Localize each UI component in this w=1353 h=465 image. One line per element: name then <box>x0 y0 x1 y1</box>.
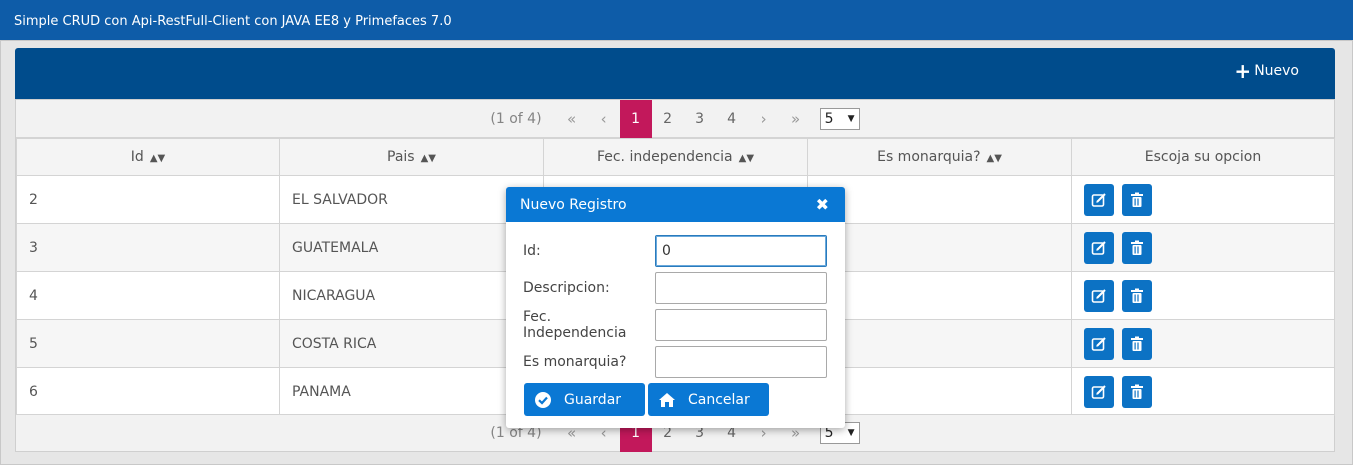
form-row-descripcion: Descripcion: <box>523 272 827 304</box>
cell-actions <box>1071 319 1335 368</box>
edit-button[interactable] <box>1084 231 1114 264</box>
edit-icon <box>1091 288 1106 303</box>
delete-button[interactable] <box>1122 279 1153 312</box>
sort-icon: ▲▼ <box>738 153 755 164</box>
column-header-opciones: Escoja su opcion <box>1071 138 1335 176</box>
cell-pais: COSTA RICA <box>279 319 544 368</box>
paginator-current-report: (1 of 4) <box>490 110 542 127</box>
prev-page-icon[interactable]: ‹ <box>588 110 620 128</box>
edit-icon <box>1091 240 1106 255</box>
trash-icon <box>1131 384 1144 399</box>
cell-monarquia <box>807 319 1072 368</box>
cell-id: 5 <box>16 319 280 368</box>
column-header-id[interactable]: Id ▲▼ <box>16 138 280 176</box>
edit-button[interactable] <box>1084 327 1114 360</box>
cell-monarquia <box>807 175 1072 224</box>
cell-pais: EL SALVADOR <box>279 175 544 224</box>
table-header-row: Id ▲▼ Pais ▲▼ Fec. independencia ▲▼ Es mona… <box>16 138 1335 176</box>
page-3[interactable]: 3 <box>684 100 716 138</box>
cell-monarquia <box>807 367 1072 416</box>
trash-icon <box>1131 192 1144 207</box>
sort-icon: ▲▼ <box>420 153 436 164</box>
descripcion-field[interactable] <box>655 272 827 304</box>
sort-icon: ▲▼ <box>149 153 166 164</box>
first-page-icon[interactable]: « <box>556 110 588 128</box>
cell-pais: NICARAGUA <box>279 271 544 320</box>
new-record-dialog: Nuevo Registro ✖ Id: Descripcion: Fec. I… <box>506 187 845 428</box>
page-4[interactable]: 4 <box>716 100 748 138</box>
cell-pais: PANAMA <box>279 367 544 416</box>
column-header-pais[interactable]: Pais ▲▼ <box>279 138 544 176</box>
edit-icon <box>1091 336 1106 351</box>
app-title: Simple CRUD con Api-RestFull-Client con … <box>14 14 452 29</box>
new-button-label: Nuevo <box>1254 63 1299 79</box>
delete-button[interactable] <box>1122 375 1153 408</box>
cell-monarquia <box>807 271 1072 320</box>
column-header-fecha[interactable]: Fec. independencia ▲▼ <box>543 138 808 176</box>
delete-button[interactable] <box>1122 327 1153 360</box>
cancel-label: Cancelar <box>688 391 750 408</box>
close-icon[interactable]: ✖ <box>816 195 829 214</box>
page-1[interactable]: 1 <box>619 99 652 138</box>
cell-monarquia <box>807 223 1072 272</box>
delete-button[interactable] <box>1122 183 1153 216</box>
edit-icon <box>1091 384 1106 399</box>
cell-actions <box>1071 367 1335 416</box>
sort-icon: ▲▼ <box>986 153 1002 164</box>
check-circle-icon <box>534 391 552 409</box>
id-field[interactable] <box>655 235 827 267</box>
delete-button[interactable] <box>1122 231 1153 264</box>
cell-actions <box>1071 271 1335 320</box>
dialog-header: Nuevo Registro ✖ <box>506 187 845 222</box>
id-label: Id: <box>523 243 541 259</box>
next-page-icon[interactable]: › <box>748 110 780 128</box>
fecha-field[interactable] <box>655 309 827 341</box>
plus-icon: + <box>1234 59 1252 83</box>
cell-id: 3 <box>16 223 280 272</box>
save-button[interactable]: Guardar <box>524 383 645 416</box>
cell-pais: GUATEMALA <box>279 223 544 272</box>
toolbar: + Nuevo <box>15 48 1335 99</box>
dialog-title: Nuevo Registro <box>520 197 627 213</box>
dropdown-arrow-icon: ▼ <box>847 113 855 124</box>
last-page-icon[interactable]: » <box>780 110 812 128</box>
monarquia-label: Es monarquia? <box>523 354 627 370</box>
form-row-id: Id: <box>523 235 827 267</box>
form-row-fecha: Fec. Independencia <box>523 309 827 341</box>
trash-icon <box>1131 240 1144 255</box>
page-2[interactable]: 2 <box>652 100 684 138</box>
fecha-label: Fec. Independencia <box>523 309 627 341</box>
descripcion-label: Descripcion: <box>523 280 610 296</box>
edit-button[interactable] <box>1084 375 1114 408</box>
monarquia-field[interactable] <box>655 346 827 378</box>
trash-icon <box>1131 288 1144 303</box>
cell-actions <box>1071 175 1335 224</box>
edit-button[interactable] <box>1084 183 1114 216</box>
rows-per-page-value: 5 <box>824 110 834 127</box>
new-button[interactable]: + Nuevo <box>1234 59 1299 83</box>
cell-id: 4 <box>16 271 280 320</box>
edit-button[interactable] <box>1084 279 1114 312</box>
cancel-button[interactable]: Cancelar <box>648 383 769 416</box>
save-label: Guardar <box>564 391 622 408</box>
app-header: Simple CRUD con Api-RestFull-Client con … <box>0 0 1353 40</box>
rows-per-page-select[interactable]: 5 ▼ <box>819 107 860 130</box>
trash-icon <box>1131 336 1144 351</box>
paginator-top: (1 of 4) « ‹ 1 2 3 4 › » 5 ▼ <box>16 99 1334 138</box>
column-header-monarquia[interactable]: Es monarquia? ▲▼ <box>807 138 1072 176</box>
cell-id: 6 <box>16 367 280 416</box>
home-icon <box>658 392 676 408</box>
edit-icon <box>1091 192 1106 207</box>
cell-actions <box>1071 223 1335 272</box>
cell-id: 2 <box>16 175 280 224</box>
form-row-monarquia: Es monarquia? <box>523 346 827 378</box>
dropdown-arrow-icon: ▼ <box>847 428 855 438</box>
